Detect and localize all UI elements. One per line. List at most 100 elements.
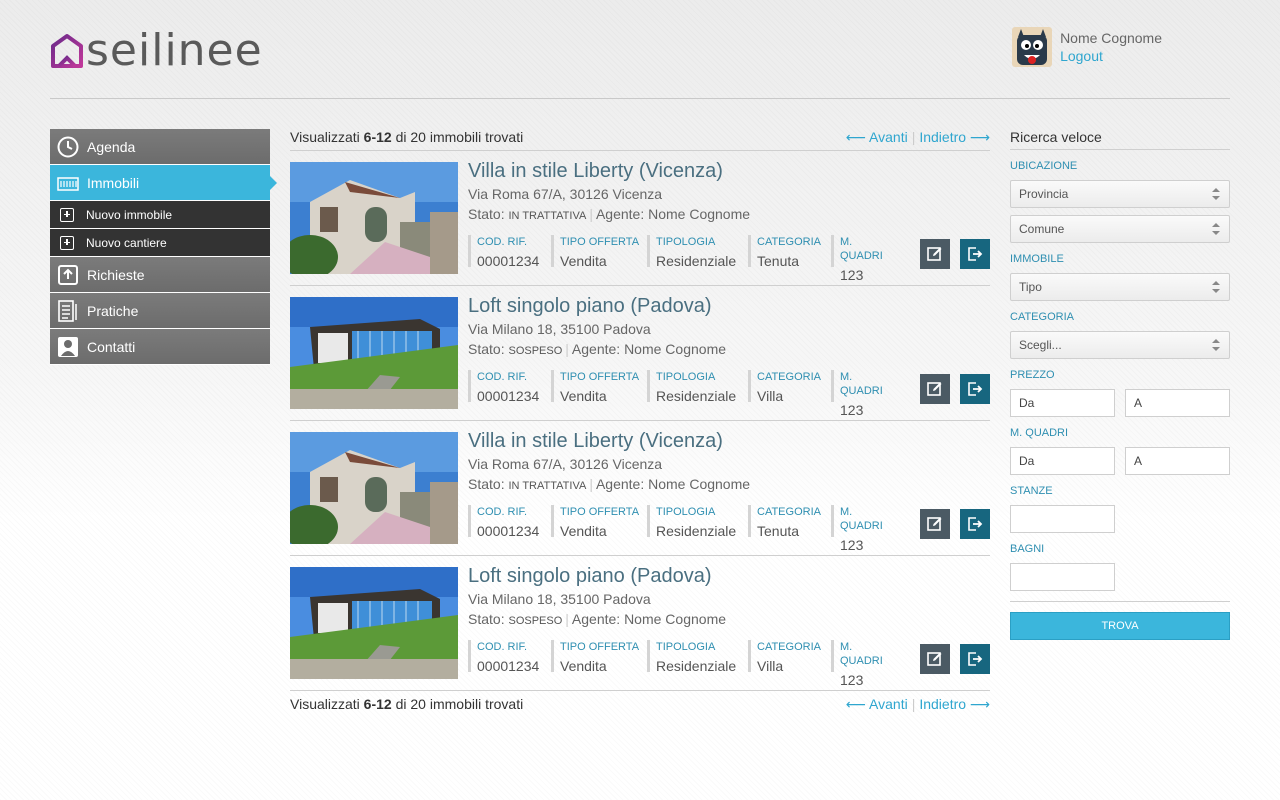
sidebar-item-nuovo-cantiere[interactable]: Nuovo cantiere: [50, 229, 270, 257]
upload-icon: [57, 264, 79, 286]
open-button[interactable]: [960, 239, 990, 269]
edit-icon: [927, 651, 943, 667]
listing-info: Villa in stile Liberty (Vicenza) Via Rom…: [468, 159, 990, 283]
prev-link[interactable]: Indietro ⟶: [919, 129, 990, 145]
select-value: Tipo: [1019, 280, 1042, 294]
field-value: Tenuta: [757, 253, 800, 269]
provincia-select[interactable]: Provincia: [1010, 180, 1230, 208]
brand-name: seilinee: [86, 25, 263, 76]
results-bar-bottom: Visualizzati 6-12 di 20 immobili trovati…: [290, 691, 990, 717]
field-value: Villa: [757, 388, 784, 404]
results-bar-top: Visualizzati 6-12 di 20 immobili trovati…: [290, 124, 990, 150]
field-label: TIPO OFFERTA: [560, 236, 640, 248]
sqm-from-input[interactable]: Da: [1010, 447, 1115, 475]
field-type: TIPOLOGIA Residenziale: [647, 640, 748, 674]
next-link[interactable]: ⟵ Avanti: [846, 696, 908, 712]
listing-title[interactable]: Loft singolo piano (Padova): [468, 564, 990, 588]
field-value: 00001234: [477, 658, 540, 674]
edit-button[interactable]: [920, 239, 950, 269]
field-value: 00001234: [477, 253, 540, 269]
field-category: CATEGORIA Tenuta: [748, 235, 831, 269]
open-button[interactable]: [960, 374, 990, 404]
header: seilinee Nome Cognome Logout: [50, 0, 1230, 99]
field-label: TIPOLOGIA: [656, 371, 716, 383]
edit-button[interactable]: [920, 509, 950, 539]
price-to-input[interactable]: A: [1125, 389, 1230, 417]
sidebar-item-immobili[interactable]: Immobili: [50, 165, 277, 201]
results-prefix: Visualizzati: [290, 129, 360, 145]
field-label: CATEGORIA: [757, 506, 821, 518]
results-count: Visualizzati 6-12 di 20 immobili trovati: [290, 129, 523, 145]
listing-title[interactable]: Loft singolo piano (Padova): [468, 294, 990, 318]
listing-title[interactable]: Villa in stile Liberty (Vicenza): [468, 159, 990, 183]
select-value: Provincia: [1019, 187, 1069, 201]
state-label: Stato:: [468, 206, 505, 222]
comune-select[interactable]: Comune: [1010, 215, 1230, 243]
listing-state: Stato: SOSPESO | Agente: Nome Cognome: [468, 341, 727, 357]
tipo-select[interactable]: Tipo: [1010, 273, 1230, 301]
prev-link[interactable]: Indietro ⟶: [919, 696, 990, 712]
field-sqm: M. QUADRI 123: [831, 505, 891, 553]
field-value: Residenziale: [656, 523, 737, 539]
listing-state: Stato: IN TRATTATIVA | Agente: Nome Cognom…: [468, 476, 751, 492]
listing-info: Loft singolo piano (Padova) Via Milano 1…: [468, 294, 990, 418]
baths-input[interactable]: [1010, 563, 1115, 591]
open-button[interactable]: [960, 644, 990, 674]
listing-photo[interactable]: [290, 162, 458, 274]
category-select[interactable]: Scegli...: [1010, 331, 1230, 359]
field-offer: TIPO OFFERTA Vendita: [551, 505, 647, 539]
edit-button[interactable]: [920, 374, 950, 404]
listing-fields: COD. RIF. 00001234 TIPO OFFERTA Vendita TI…: [468, 505, 891, 553]
edit-icon: [927, 381, 943, 397]
next-link[interactable]: ⟵ Avanti: [846, 129, 908, 145]
edit-button[interactable]: [920, 644, 950, 674]
listing-agent: Agente: Nome Cognome: [571, 611, 727, 627]
state-label: Stato:: [468, 611, 505, 627]
plus-icon: [60, 207, 74, 222]
listing-address: Via Roma 67/A, 30126 Vicenza: [468, 186, 663, 202]
open-button[interactable]: [960, 509, 990, 539]
sidebar-item-nuovo-immobile[interactable]: Nuovo immobile: [50, 201, 270, 229]
field-value: Vendita: [560, 388, 607, 404]
field-value: Residenziale: [656, 253, 737, 269]
edit-icon: [927, 516, 943, 532]
field-value: Tenuta: [757, 523, 800, 539]
field-value: Residenziale: [656, 658, 737, 674]
avatar[interactable]: [1012, 27, 1053, 67]
user-name: Nome Cognome: [1060, 30, 1162, 46]
field-value: Vendita: [560, 253, 607, 269]
listing-photo[interactable]: [290, 297, 458, 409]
field-category: CATEGORIA Villa: [748, 370, 831, 404]
sidebar-item-agenda[interactable]: Agenda: [50, 129, 270, 165]
sidebar-item-contatti[interactable]: Contatti: [50, 329, 270, 365]
listing-list: Villa in stile Liberty (Vicenza) Via Rom…: [290, 151, 990, 691]
search-submit-button[interactable]: TROVA: [1010, 612, 1230, 640]
rooms-input[interactable]: [1010, 505, 1115, 533]
state-label: Stato:: [468, 476, 505, 492]
open-icon: [967, 651, 983, 667]
price-from-input[interactable]: Da: [1010, 389, 1115, 417]
listing-actions: [910, 239, 990, 269]
logout-link[interactable]: Logout: [1060, 47, 1162, 65]
price-label: PREZZO: [1010, 369, 1055, 381]
sidebar-item-pratiche[interactable]: Pratiche: [50, 293, 270, 329]
listing-item: Loft singolo piano (Padova) Via Milano 1…: [290, 556, 990, 691]
listing-actions: [910, 374, 990, 404]
property-label: IMMOBILE: [1010, 253, 1064, 265]
listing-item: Villa in stile Liberty (Vicenza) Via Rom…: [290, 421, 990, 556]
field-label: COD. RIF.: [477, 371, 528, 383]
clock-icon: [57, 136, 79, 158]
listing-state: Stato: IN TRATTATIVA | Agente: Nome Cognom…: [468, 206, 751, 222]
sidebar-item-label: Contatti: [87, 338, 136, 355]
select-arrows-icon: [1212, 281, 1220, 293]
results-panel: Visualizzati 6-12 di 20 immobili trovati…: [290, 124, 990, 717]
field-label: CATEGORIA: [757, 641, 821, 653]
sidebar-item-richieste[interactable]: Richieste: [50, 257, 270, 293]
sqm-to-input[interactable]: A: [1125, 447, 1230, 475]
listing-title[interactable]: Villa in stile Liberty (Vicenza): [468, 429, 990, 453]
sidebar-item-label: Nuovo immobile: [86, 207, 173, 222]
listing-photo[interactable]: [290, 432, 458, 544]
logo[interactable]: seilinee: [50, 25, 263, 76]
field-label: M. QUADRI: [840, 371, 883, 397]
listing-photo[interactable]: [290, 567, 458, 679]
